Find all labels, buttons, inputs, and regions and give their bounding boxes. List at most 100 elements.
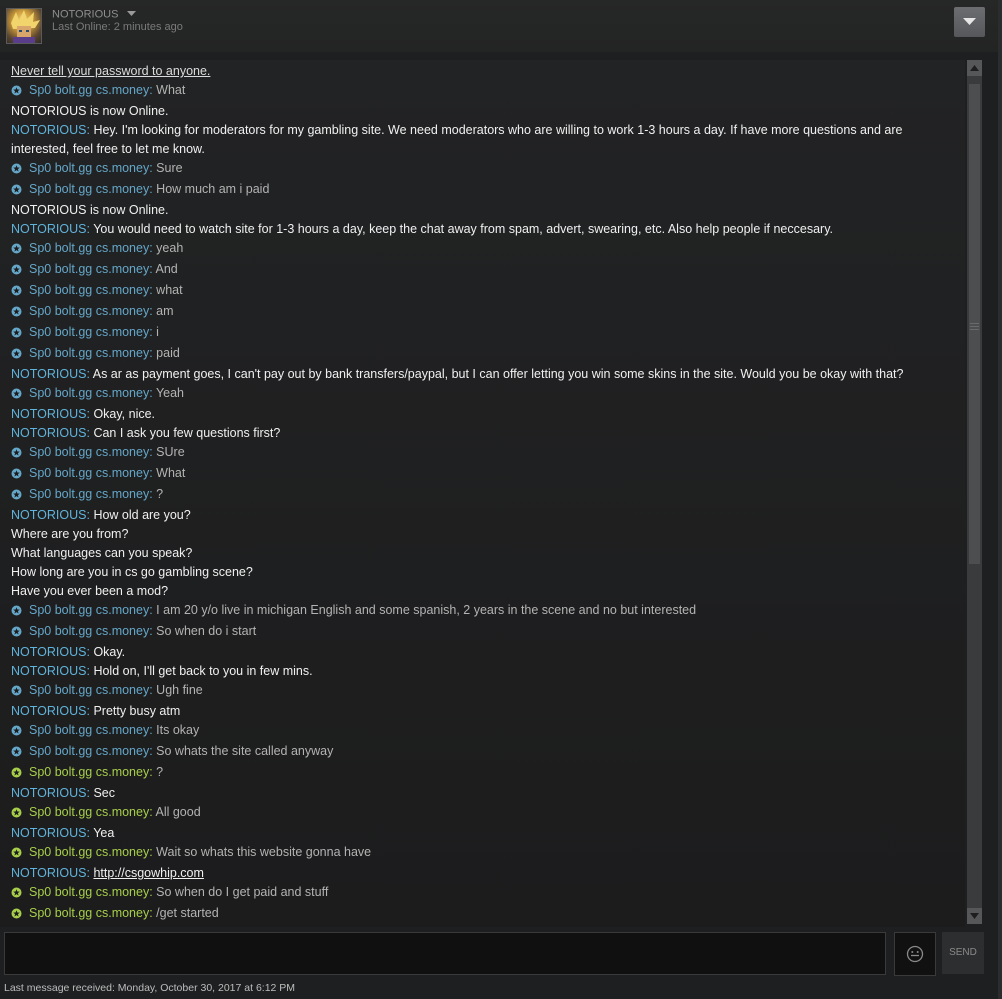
sender-name[interactable]: Sp0 bolt.gg cs.money [29,723,149,737]
last-message-time: Last message received: Monday, October 3… [4,982,296,994]
sender-name[interactable]: Sp0 bolt.gg cs.money [29,325,149,339]
sender-name[interactable]: NOTORIOUS [11,407,86,421]
steam-badge-icon [11,765,22,784]
friend-status: Last Online: 2 minutes ago [52,21,183,33]
chat-message: Sp0 bolt.gg cs.money: Its okay [0,721,965,742]
chat-message: NOTORIOUS: You can get right now [0,925,965,927]
message-text: ? [156,487,164,501]
message-input[interactable] [4,932,886,975]
sender-name[interactable]: Sp0 bolt.gg cs.money [29,885,149,899]
sender-name[interactable]: Sp0 bolt.gg cs.money [29,445,149,459]
message-text: Its okay [156,723,200,737]
sender-name[interactable]: Sp0 bolt.gg cs.money [29,161,149,175]
message-text: And [155,262,178,276]
scroll-up-arrow-icon[interactable] [967,60,982,76]
chat-message: NOTORIOUS: Yea [0,824,965,843]
sender-name[interactable]: Sp0 bolt.gg cs.money [29,283,149,297]
sender-name[interactable]: NOTORIOUS [11,866,86,880]
emoticon-button[interactable] [894,932,936,976]
send-button[interactable]: SEND [942,932,984,974]
steam-badge-icon [11,744,22,763]
chat-message: Sp0 bolt.gg cs.money: Sure [0,159,965,180]
sender-name[interactable]: Sp0 bolt.gg cs.money [29,906,149,920]
sender-name[interactable]: NOTORIOUS [11,645,86,659]
system-message-text: NOTORIOUS is now Online. [11,104,169,118]
sender-name[interactable]: Sp0 bolt.gg cs.money [29,805,149,819]
message-link[interactable]: http://csgowhip.com [93,866,203,880]
chat-log: Never tell your password to anyone. Sp0 … [0,60,965,927]
sender-name[interactable]: NOTORIOUS [11,123,86,137]
chat-menu-button[interactable] [954,7,985,37]
chat-message: NOTORIOUS is now Online. [0,102,965,121]
chat-message: Sp0 bolt.gg cs.money: am [0,302,965,323]
sender-name[interactable]: Sp0 bolt.gg cs.money [29,466,149,480]
steam-badge-icon [11,466,22,485]
message-text: Okay. [93,645,126,659]
sender-name[interactable]: NOTORIOUS [11,508,86,522]
scroll-down-arrow-icon[interactable] [967,908,982,924]
message-text: Okay, nice. [93,407,156,421]
steam-badge-icon [11,304,22,323]
sender-name[interactable]: Sp0 bolt.gg cs.money [29,346,149,360]
message-text: What languages can you speak? [11,546,193,560]
sender-name[interactable]: Sp0 bolt.gg cs.money [29,845,149,859]
scrollbar-grip-icon [970,318,979,336]
message-text: Have you ever been a mod? [11,584,169,598]
password-warning: Never tell your password to anyone. [11,64,211,78]
sender-name[interactable]: Sp0 bolt.gg cs.money [29,83,149,97]
sender-name[interactable]: NOTORIOUS [11,786,86,800]
message-text: Can I ask you few questions first? [93,426,281,440]
message-text: Hey. I'm looking for moderators for my g… [93,123,903,137]
sender-name[interactable]: NOTORIOUS [11,664,86,678]
chat-message: Sp0 bolt.gg cs.money: Wait so whats this… [0,843,965,864]
emoticon-icon [906,945,924,963]
message-text: Yeah [155,386,184,400]
message-text: You would need to watch site for 1-3 hou… [93,222,833,236]
message-text: Sec [93,786,115,800]
sender-name[interactable]: Sp0 bolt.gg cs.money [29,603,149,617]
sender-name[interactable]: Sp0 bolt.gg cs.money [29,182,149,196]
sender-name[interactable]: Sp0 bolt.gg cs.money [29,765,149,779]
message-text: How long are you in cs go gambling scene… [11,565,253,579]
steam-badge-icon [11,386,22,405]
sender-name[interactable]: Sp0 bolt.gg cs.money [29,683,149,697]
steam-badge-icon [11,603,22,622]
sender-name[interactable]: Sp0 bolt.gg cs.money [29,487,149,501]
chat-scrollbar[interactable] [967,60,982,924]
message-text: So whats the site called anyway [156,744,334,758]
chat-message: Sp0 bolt.gg cs.money: All good [0,803,965,824]
chat-message: NOTORIOUS: Sec [0,784,965,803]
message-text: what [156,283,183,297]
sender-name[interactable]: NOTORIOUS [11,367,86,381]
sender-name[interactable]: NOTORIOUS [11,426,86,440]
sender-name[interactable]: Sp0 bolt.gg cs.money [29,624,149,638]
message-text: ? [156,765,164,779]
name-separator: : [149,386,156,400]
chat-message: NOTORIOUS: http://csgowhip.com [0,864,965,883]
friend-name-dropdown[interactable]: NOTORIOUS [52,8,137,21]
sender-name[interactable]: NOTORIOUS [11,826,86,840]
message-text: How old are you? [93,508,191,522]
message-text: i [156,325,159,339]
sender-name[interactable]: NOTORIOUS [11,222,86,236]
chat-message: Sp0 bolt.gg cs.money: Yeah [0,384,965,405]
chat-message: Sp0 bolt.gg cs.money: /get started [0,904,965,925]
steam-badge-icon [11,83,22,102]
message-text: am [156,304,174,318]
chat-message: NOTORIOUS: Okay. [0,643,965,662]
sender-name[interactable]: Sp0 bolt.gg cs.money [29,304,149,318]
chat-message: NOTORIOUS: How old are you? [0,506,965,525]
chat-message: What languages can you speak? [0,544,965,563]
message-text: What [156,83,186,97]
chat-message: Sp0 bolt.gg cs.money: How much am i paid [0,180,965,201]
chat-message: Sp0 bolt.gg cs.money: ? [0,485,965,506]
chat-message: Sp0 bolt.gg cs.money: what [0,281,965,302]
chat-message: Sp0 bolt.gg cs.money: What [0,464,965,485]
message-text: How much am i paid [156,182,270,196]
sender-name[interactable]: Sp0 bolt.gg cs.money [29,262,149,276]
sender-name[interactable]: Sp0 bolt.gg cs.money [29,241,149,255]
sender-name[interactable]: Sp0 bolt.gg cs.money [29,386,149,400]
sender-name[interactable]: Sp0 bolt.gg cs.money [29,744,149,758]
avatar[interactable] [6,8,42,44]
sender-name[interactable]: NOTORIOUS [11,704,86,718]
